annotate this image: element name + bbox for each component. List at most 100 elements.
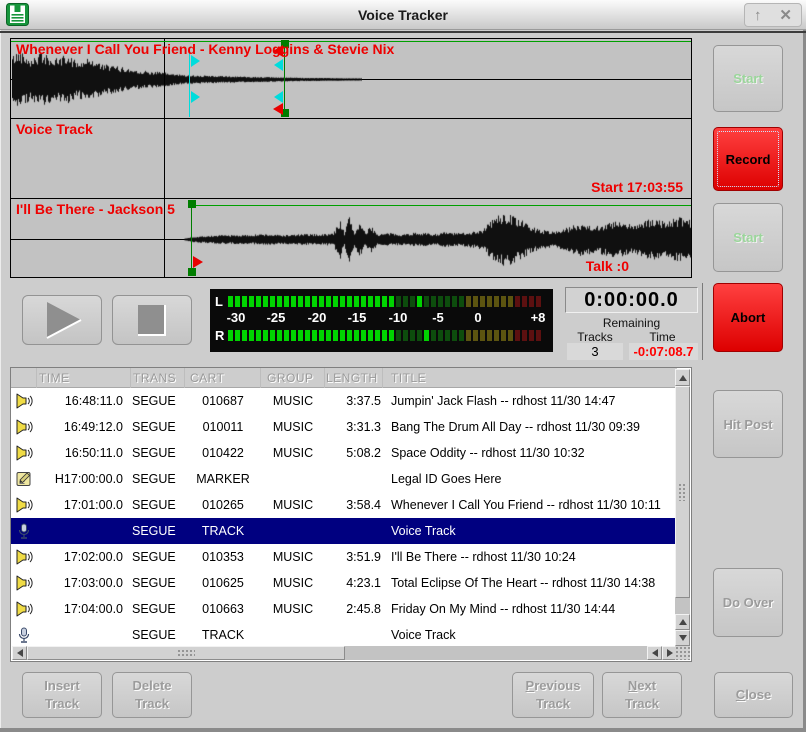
playlist-row[interactable]: 16:49:12.0SEGUE010011MUSIC3:31.3Bang The…: [11, 414, 677, 440]
playlist-row[interactable]: 17:03:00.0SEGUE010625MUSIC4:23.1Total Ec…: [11, 570, 677, 596]
start-marker-line[interactable]: [191, 201, 192, 275]
meter-segment: [326, 296, 331, 307]
meter-segment: [494, 296, 499, 307]
meter-segment: [452, 330, 457, 341]
meter-segment: [431, 296, 436, 307]
thumb-grip: [177, 649, 195, 658]
meter-segment: [508, 330, 513, 341]
horizontal-scrollbar-thumb[interactable]: [27, 646, 345, 660]
start-handle-icon[interactable]: [188, 200, 196, 208]
scroll-up-button[interactable]: [675, 369, 690, 386]
next-track-button[interactable]: NextTrack: [602, 672, 682, 718]
playlist-row[interactable]: SEGUETRACKVoice Track: [11, 622, 677, 648]
track-title: Whenever I Call You Friend - Kenny Loggi…: [16, 41, 394, 57]
row-time: 17:02:00.0: [37, 550, 131, 564]
do-over-button[interactable]: Do Over: [713, 568, 783, 637]
speaker-icon: [11, 445, 37, 461]
row-group: MUSIC: [261, 550, 325, 564]
waveform-track-music-after[interactable]: I'll Be There - Jackson 5 Talk :0: [11, 199, 691, 277]
title-bar[interactable]: Voice Tracker ↑ ✕: [0, 0, 806, 30]
meter-segment: [445, 296, 450, 307]
track-start-time: Start 17:03:55: [591, 179, 683, 195]
playlist-row[interactable]: 17:04:00.0SEGUE010663MUSIC2:45.8Friday O…: [11, 596, 677, 622]
fade-handle-icon[interactable]: [191, 91, 200, 103]
end-marker-icon[interactable]: [273, 103, 283, 115]
meter-segment: [459, 330, 464, 341]
scroll-left-button[interactable]: [12, 646, 27, 660]
meter-scale-label: 0: [474, 310, 481, 325]
meter-right-bars: [228, 330, 543, 341]
header-group: GROUP: [261, 368, 325, 388]
previous-track-button[interactable]: PreviousTrack: [512, 672, 594, 718]
delete-track-button[interactable]: DeleteTrack: [112, 672, 192, 718]
playlist-row[interactable]: H17:00:00.0SEGUEMARKERLegal ID Goes Here: [11, 466, 677, 492]
meter-segment: [487, 296, 492, 307]
playlist-row[interactable]: 16:50:11.0SEGUE010422MUSIC5:08.2Space Od…: [11, 440, 677, 466]
fade-handle-icon[interactable]: [274, 59, 283, 71]
row-length: 4:23.1: [325, 576, 383, 590]
fade-marker-line[interactable]: [189, 51, 190, 117]
scroll-up-icon: [679, 619, 687, 625]
meter-segment: [228, 296, 233, 307]
meter-segment: [368, 296, 373, 307]
record-button[interactable]: Record: [713, 127, 783, 191]
playlist-row[interactable]: 17:01:00.0SEGUE010265MUSIC3:58.4Whenever…: [11, 492, 677, 518]
button-label: InsertTrack: [44, 677, 79, 712]
meter-segment: [235, 296, 240, 307]
meter-segment: [424, 330, 429, 341]
header-time: TIME: [37, 368, 131, 388]
hit-post-button[interactable]: Hit Post: [713, 390, 783, 458]
row-group: MUSIC: [261, 394, 325, 408]
meter-segment: [305, 296, 310, 307]
meter-segment: [382, 296, 387, 307]
meter-segment: [515, 296, 520, 307]
meter-segment: [333, 296, 338, 307]
row-trans: SEGUE: [131, 472, 185, 486]
waveform-track-voice[interactable]: Voice Track Start 17:03:55: [11, 119, 691, 199]
start-button-1[interactable]: Start: [713, 45, 783, 112]
playlist-header: TIME TRANS CART GROUP LENGTH TITLE: [11, 368, 677, 388]
fade-handle-icon[interactable]: [274, 91, 283, 103]
meter-segment: [382, 330, 387, 341]
meter-segment: [361, 296, 366, 307]
scroll-up-button-2[interactable]: [675, 614, 690, 630]
row-length: 3:51.9: [325, 550, 383, 564]
meter-scale-label: -15: [348, 310, 367, 325]
stop-button[interactable]: [112, 295, 192, 345]
speaker-icon: [11, 393, 37, 409]
track-title: I'll Be There - Jackson 5: [16, 201, 175, 217]
meter-segment: [515, 330, 520, 341]
button-label: NextTrack: [625, 677, 659, 712]
waveform-track-music-before[interactable]: Whenever I Call You Friend - Kenny Loggi…: [11, 39, 691, 119]
talk-marker-icon[interactable]: [193, 256, 203, 268]
insert-track-button[interactable]: InsertTrack: [22, 672, 102, 718]
scroll-down-button[interactable]: [675, 630, 690, 646]
row-title: Voice Track: [383, 524, 677, 538]
row-trans: SEGUE: [131, 394, 185, 408]
meter-segment: [298, 296, 303, 307]
start-handle-icon[interactable]: [188, 268, 196, 276]
playlist-row[interactable]: 16:48:11.0SEGUE010687MUSIC3:37.5Jumpin' …: [11, 388, 677, 414]
playlist-row[interactable]: 17:02:00.0SEGUE010353MUSIC3:51.9I'll Be …: [11, 544, 677, 570]
playlist-row-selected[interactable]: SEGUETRACKVoice Track: [11, 518, 677, 544]
row-length: 3:37.5: [325, 394, 383, 408]
close-window-icon[interactable]: ✕: [779, 8, 792, 23]
meter-segment: [417, 330, 422, 341]
status-separator: [702, 283, 703, 360]
meter-segment: [529, 330, 534, 341]
meter-segment: [270, 330, 275, 341]
meter-segment: [368, 330, 373, 341]
vertical-scrollbar-thumb[interactable]: [675, 386, 690, 598]
shade-window-icon[interactable]: ↑: [754, 8, 762, 23]
meter-segment: [438, 330, 443, 341]
abort-button[interactable]: Abort: [713, 283, 783, 352]
row-length: 5:08.2: [325, 446, 383, 460]
row-cart: TRACK: [185, 628, 261, 642]
playlist-table: TIME TRANS CART GROUP LENGTH TITLE 16:48…: [10, 367, 692, 662]
meter-segment: [438, 296, 443, 307]
meter-segment: [319, 296, 324, 307]
start-button-2[interactable]: Start: [713, 203, 783, 272]
close-button[interactable]: Close: [714, 672, 793, 718]
scroll-left-button-2[interactable]: [647, 646, 662, 660]
play-button[interactable]: [22, 295, 102, 345]
